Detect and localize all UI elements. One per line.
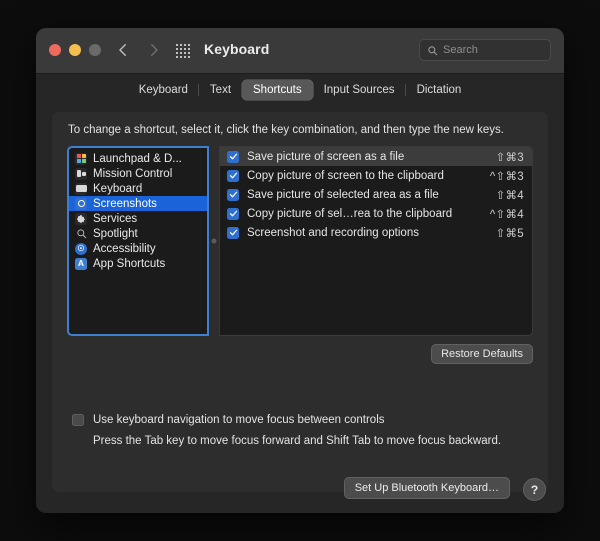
set-up-bluetooth-keyboard-button[interactable]: Set Up Bluetooth Keyboard… [343, 477, 510, 499]
shortcut-checkbox[interactable] [227, 150, 239, 163]
forward-chevron-icon[interactable] [145, 41, 163, 59]
tab-text[interactable]: Text [198, 80, 242, 100]
tab-bar: Keyboard Text Shortcuts Input Sources Di… [36, 80, 564, 100]
shortcut-category-list[interactable]: Launchpad & D... Mission Control Keyboar… [67, 146, 209, 336]
sidebar-item-services[interactable]: Services [69, 211, 207, 226]
checkmark-icon [229, 229, 237, 236]
keyboard-preferences-window: Keyboard Keyboard Text Shortcuts Input S… [36, 28, 564, 513]
shortcut-keys[interactable]: ^⇧⌘4 [490, 207, 524, 221]
search-icon [428, 45, 438, 55]
tab-input-sources[interactable]: Input Sources [313, 80, 406, 100]
sidebar-item-mission-control[interactable]: Mission Control [69, 166, 207, 181]
keyboard-navigation-hint: Press the Tab key to move focus forward … [93, 435, 502, 447]
keyboard-navigation-row[interactable]: Use keyboard navigation to move focus be… [72, 414, 385, 426]
shortcut-keys[interactable]: ⇧⌘3 [496, 150, 524, 164]
close-button[interactable] [49, 44, 61, 56]
gear-icon [75, 212, 87, 225]
shortcuts-panel: To change a shortcut, select it, click t… [52, 112, 548, 492]
tab-keyboard[interactable]: Keyboard [128, 80, 199, 100]
sidebar-item-spotlight[interactable]: Spotlight [69, 226, 207, 241]
keyboard-navigation-label: Use keyboard navigation to move focus be… [93, 414, 385, 426]
sidebar-item-keyboard[interactable]: Keyboard [69, 181, 207, 196]
sidebar-item-label: App Shortcuts [93, 257, 166, 270]
tab-shortcuts[interactable]: Shortcuts [242, 80, 313, 100]
sidebar-item-label: Screenshots [93, 197, 157, 210]
restore-defaults-button[interactable]: Restore Defaults [431, 344, 533, 364]
sidebar-item-label: Keyboard [93, 182, 143, 195]
traffic-lights [49, 44, 101, 56]
zoom-button[interactable] [89, 44, 101, 56]
sidebar-item-app-shortcuts[interactable]: A App Shortcuts [69, 256, 207, 271]
shortcut-keys[interactable]: ⇧⌘5 [496, 226, 524, 240]
split-divider[interactable] [209, 146, 219, 336]
shortcut-label: Screenshot and recording options [247, 226, 419, 239]
sidebar-item-label: Launchpad & D... [93, 152, 182, 165]
spotlight-icon [75, 228, 87, 240]
window-title: Keyboard [204, 41, 270, 57]
launchpad-dock-icon [75, 152, 87, 165]
mission-control-icon [75, 167, 87, 180]
search-field[interactable] [419, 39, 551, 61]
shortcut-checkbox[interactable] [227, 226, 239, 239]
checkmark-icon [229, 153, 237, 160]
keyboard-icon [75, 182, 87, 195]
shortcut-label: Copy picture of sel…rea to the clipboard [247, 207, 453, 220]
tab-dictation[interactable]: Dictation [405, 80, 473, 100]
keyboard-navigation-checkbox[interactable] [72, 414, 84, 426]
table-row[interactable]: Screenshot and recording options ⇧⌘5 [220, 223, 532, 242]
table-row[interactable]: Copy picture of sel…rea to the clipboard… [220, 204, 532, 223]
screenshots-icon [75, 197, 87, 210]
gear-glyph [77, 214, 85, 223]
help-button[interactable]: ? [523, 478, 546, 501]
table-row[interactable]: Save picture of screen as a file ⇧⌘3 [220, 147, 532, 166]
checkmark-icon [229, 191, 237, 198]
magnifier-glyph [76, 229, 86, 239]
shortcut-checkbox[interactable] [227, 188, 239, 201]
shortcut-checkbox[interactable] [227, 169, 239, 182]
shortcut-checkbox[interactable] [227, 207, 239, 220]
shortcuts-split-view: Launchpad & D... Mission Control Keyboar… [67, 146, 533, 336]
shortcut-keys[interactable]: ^⇧⌘3 [490, 169, 524, 183]
shortcut-label: Save picture of screen as a file [247, 150, 405, 163]
checkmark-icon [229, 172, 237, 179]
shortcuts-list[interactable]: Save picture of screen as a file ⇧⌘3 Cop… [219, 146, 533, 336]
table-row[interactable]: Save picture of selected area as a file … [220, 185, 532, 204]
shortcut-keys[interactable]: ⇧⌘4 [496, 188, 524, 202]
sidebar-item-label: Spotlight [93, 227, 138, 240]
instruction-text: To change a shortcut, select it, click t… [68, 124, 504, 136]
grid-icon[interactable] [176, 44, 190, 58]
navigation-buttons [114, 41, 163, 59]
sidebar-item-launchpad-dock[interactable]: Launchpad & D... [69, 151, 207, 166]
accessibility-icon: ☉ [75, 242, 87, 255]
divider-handle[interactable] [211, 238, 217, 244]
app-shortcuts-icon: A [75, 257, 87, 270]
minimize-button[interactable] [69, 44, 81, 56]
title-bar: Keyboard [36, 28, 564, 74]
shortcut-label: Copy picture of screen to the clipboard [247, 169, 444, 182]
sidebar-item-label: Services [93, 212, 138, 225]
back-chevron-icon[interactable] [114, 41, 132, 59]
table-row[interactable]: Copy picture of screen to the clipboard … [220, 166, 532, 185]
checkmark-icon [229, 210, 237, 217]
search-input[interactable] [443, 44, 543, 56]
sidebar-item-screenshots[interactable]: Screenshots [69, 196, 207, 211]
sidebar-item-accessibility[interactable]: ☉ Accessibility [69, 241, 207, 256]
sidebar-item-label: Accessibility [93, 242, 156, 255]
sidebar-item-label: Mission Control [93, 167, 173, 180]
shortcut-label: Save picture of selected area as a file [247, 188, 439, 201]
